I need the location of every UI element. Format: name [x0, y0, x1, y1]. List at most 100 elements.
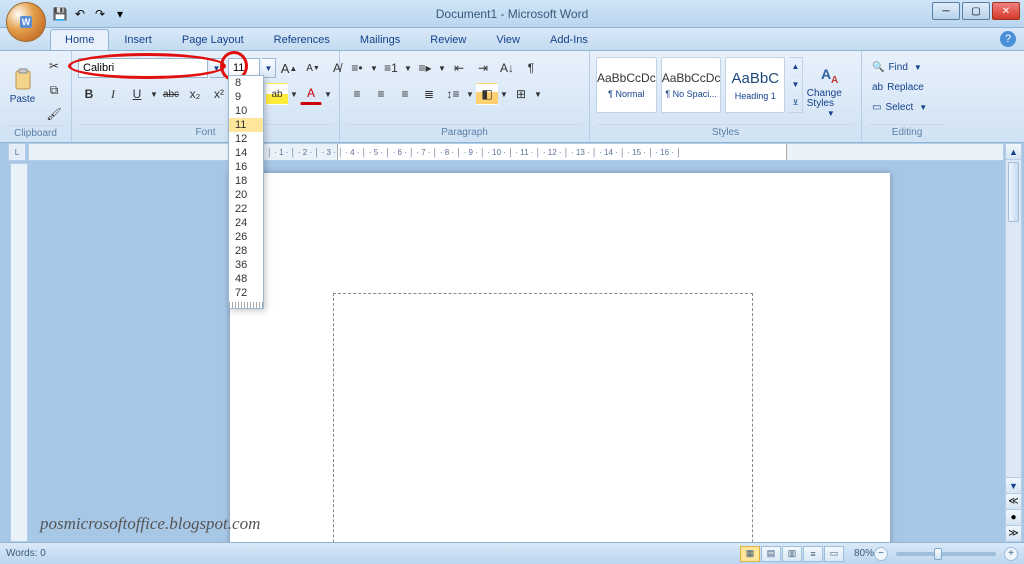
shading-icon[interactable]: ◧ — [476, 83, 498, 105]
zoom-slider-handle[interactable] — [934, 548, 942, 560]
style-heading-1[interactable]: AaBbC Heading 1 — [725, 57, 785, 113]
size-option[interactable]: 24 — [229, 216, 263, 230]
align-left-icon[interactable]: ≡ — [346, 83, 368, 105]
shrink-font-icon[interactable]: A▼ — [302, 57, 324, 79]
size-option[interactable]: 28 — [229, 244, 263, 258]
decrease-indent-icon[interactable]: ⇤ — [448, 57, 470, 79]
tab-review[interactable]: Review — [415, 29, 481, 50]
office-button[interactable]: W — [6, 2, 46, 42]
horizontal-ruler[interactable]: · 2 · 1 · │ · 1 · │ · 2 · │ · 3 · │ · 4 … — [28, 143, 1004, 161]
next-page-icon[interactable]: ≫ — [1006, 525, 1021, 541]
borders-icon[interactable]: ⊞ — [510, 83, 532, 105]
tab-view[interactable]: View — [481, 29, 535, 50]
multilevel-more-icon[interactable]: ▼ — [438, 57, 446, 79]
tab-page-layout[interactable]: Page Layout — [167, 29, 259, 50]
size-option[interactable]: 48 — [229, 272, 263, 286]
strikethrough-button[interactable]: abc — [160, 83, 182, 105]
tab-mailings[interactable]: Mailings — [345, 29, 415, 50]
full-screen-view-icon[interactable]: ▤ — [761, 546, 781, 562]
scroll-thumb[interactable] — [1008, 162, 1019, 222]
zoom-slider[interactable] — [896, 552, 996, 556]
format-painter-icon[interactable]: 🖌 — [43, 103, 65, 125]
font-name-dropdown-icon[interactable]: ▼ — [210, 58, 224, 78]
italic-button[interactable]: I — [102, 83, 124, 105]
line-spacing-icon[interactable]: ↕≡ — [442, 83, 464, 105]
size-option-selected[interactable]: 11 — [229, 118, 263, 132]
borders-more-icon[interactable]: ▼ — [534, 83, 542, 105]
numbering-icon[interactable]: ≡1 — [380, 57, 402, 79]
maximize-button[interactable]: ▢ — [962, 2, 990, 20]
close-button[interactable]: ✕ — [992, 2, 1020, 20]
underline-button[interactable]: U — [126, 83, 148, 105]
help-icon[interactable]: ? — [1000, 31, 1016, 47]
align-center-icon[interactable]: ≡ — [370, 83, 392, 105]
text-frame[interactable] — [333, 293, 753, 542]
shading-more-icon[interactable]: ▼ — [500, 83, 508, 105]
size-option[interactable]: 36 — [229, 258, 263, 272]
size-option[interactable]: 20 — [229, 188, 263, 202]
tab-home[interactable]: Home — [50, 29, 109, 50]
styles-gallery-scroll[interactable]: ▲ ▼ ⊻ — [789, 57, 803, 113]
minimize-button[interactable]: ─ — [932, 2, 960, 20]
size-option[interactable]: 10 — [229, 104, 263, 118]
draft-view-icon[interactable]: ▭ — [824, 546, 844, 562]
subscript-button[interactable]: x₂ — [184, 83, 206, 105]
font-name-input[interactable] — [78, 58, 208, 78]
size-option[interactable]: 16 — [229, 160, 263, 174]
style-normal[interactable]: AaBbCcDc ¶ Normal — [596, 57, 657, 113]
size-option[interactable]: 14 — [229, 146, 263, 160]
print-layout-view-icon[interactable]: ▦ — [740, 546, 760, 562]
zoom-level[interactable]: 80% — [854, 548, 874, 559]
select-button[interactable]: ▭ Select▼ — [868, 97, 931, 117]
size-option[interactable]: 72 — [229, 286, 263, 300]
change-styles-button[interactable]: AA Change Styles ▼ — [807, 57, 855, 123]
tab-add-ins[interactable]: Add-Ins — [535, 29, 603, 50]
tab-references[interactable]: References — [259, 29, 345, 50]
font-color-button[interactable]: A — [300, 83, 322, 105]
increase-indent-icon[interactable]: ⇥ — [472, 57, 494, 79]
font-size-dropdown-list[interactable]: 8 9 10 11 12 14 16 18 20 22 24 26 28 36 … — [228, 75, 264, 309]
bold-button[interactable]: B — [78, 83, 100, 105]
size-option[interactable]: 18 — [229, 174, 263, 188]
grow-font-icon[interactable]: A▲ — [278, 57, 300, 79]
line-spacing-more-icon[interactable]: ▼ — [466, 83, 474, 105]
ruler-corner-button[interactable]: L — [8, 143, 26, 161]
scroll-down-icon[interactable]: ▼ — [1006, 477, 1021, 493]
zoom-out-icon[interactable]: − — [874, 547, 888, 561]
size-option[interactable]: 12 — [229, 132, 263, 146]
sort-icon[interactable]: A↓ — [496, 57, 518, 79]
align-right-icon[interactable]: ≡ — [394, 83, 416, 105]
font-color-more-icon[interactable]: ▼ — [324, 83, 332, 105]
bullets-icon[interactable]: ≡• — [346, 57, 368, 79]
styles-scroll-up-icon[interactable]: ▲ — [789, 58, 802, 76]
size-option[interactable]: 9 — [229, 90, 263, 104]
prev-page-icon[interactable]: ≪ — [1006, 493, 1021, 509]
size-option[interactable]: 26 — [229, 230, 263, 244]
cut-icon[interactable]: ✂ — [43, 55, 65, 77]
dropdown-resize-handle[interactable] — [229, 302, 263, 308]
highlight-button[interactable]: ab — [266, 83, 288, 105]
underline-more-icon[interactable]: ▼ — [150, 83, 158, 105]
styles-scroll-down-icon[interactable]: ▼ — [789, 76, 802, 94]
document-page[interactable] — [230, 173, 890, 542]
style-no-spacing[interactable]: AaBbCcDc ¶ No Spaci... — [661, 57, 722, 113]
justify-icon[interactable]: ≣ — [418, 83, 440, 105]
size-option[interactable]: 22 — [229, 202, 263, 216]
superscript-button[interactable]: x² — [208, 83, 230, 105]
copy-icon[interactable]: ⧉ — [43, 79, 65, 101]
find-button[interactable]: 🔍 Find▼ — [868, 57, 926, 77]
browse-object-icon[interactable]: ● — [1006, 509, 1021, 525]
font-size-dropdown-icon[interactable]: ▼ — [262, 58, 276, 78]
replace-button[interactable]: ab Replace — [868, 77, 928, 97]
outline-view-icon[interactable]: ≡ — [803, 546, 823, 562]
vertical-scrollbar[interactable]: ▲ ▼ ≪ ● ≫ — [1005, 143, 1022, 542]
show-marks-icon[interactable]: ¶ — [520, 57, 542, 79]
numbering-more-icon[interactable]: ▼ — [404, 57, 412, 79]
styles-expand-icon[interactable]: ⊻ — [789, 94, 802, 112]
highlight-more-icon[interactable]: ▼ — [290, 83, 298, 105]
word-count[interactable]: Words: 0 — [6, 548, 46, 559]
paste-button[interactable]: Paste — [6, 53, 39, 119]
size-option[interactable]: 8 — [229, 76, 263, 90]
web-layout-view-icon[interactable]: ▥ — [782, 546, 802, 562]
bullets-more-icon[interactable]: ▼ — [370, 57, 378, 79]
